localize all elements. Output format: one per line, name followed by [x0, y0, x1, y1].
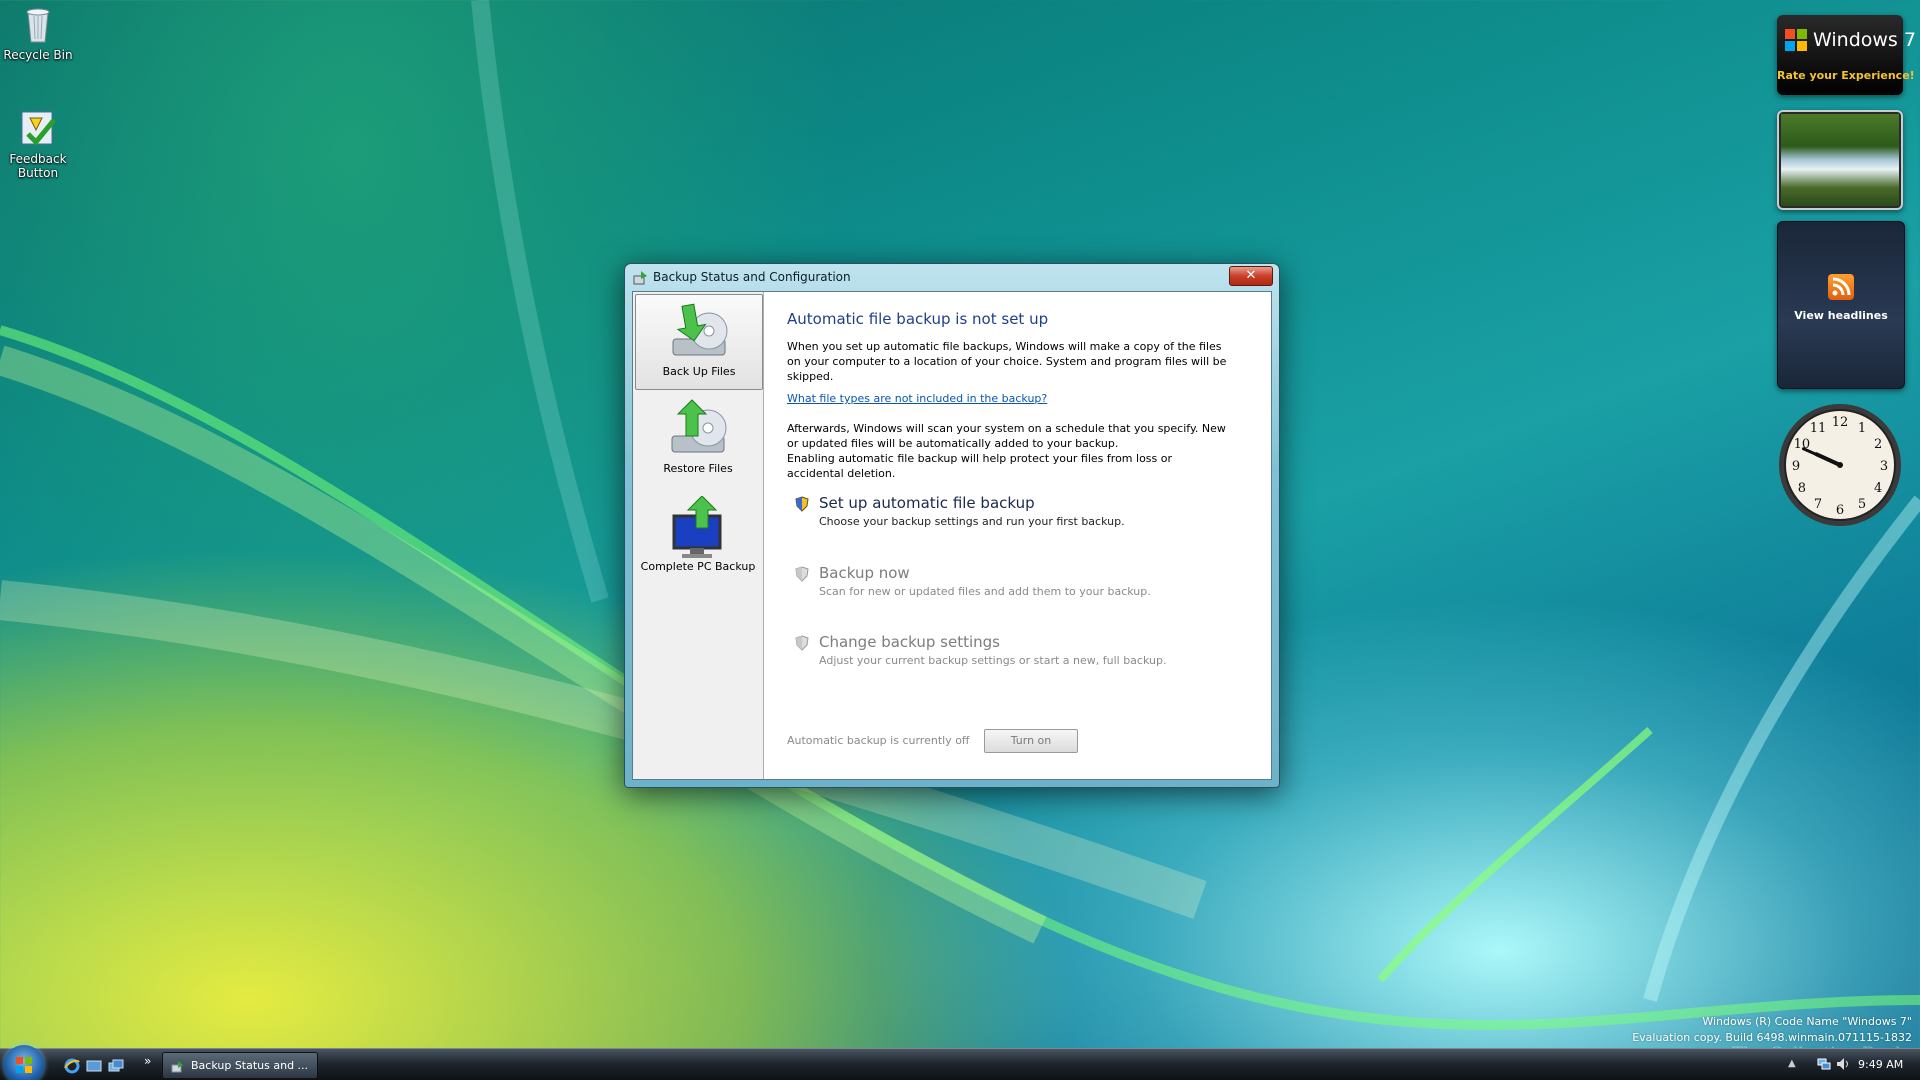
quick-launch-overflow[interactable]: »	[144, 1054, 151, 1068]
task-title: Set up automatic file backup	[819, 494, 1035, 512]
slideshow-image	[1781, 114, 1899, 206]
gadget-title: Windows 7	[1813, 29, 1916, 51]
intro-paragraph: When you set up automatic file backups, …	[787, 340, 1227, 383]
protection-paragraph: Enabling automatic file backup will help…	[787, 452, 1173, 480]
task-title: Change backup settings	[819, 633, 1000, 651]
build-watermark-line2: Evaluation copy. Build 6498.winmain.0711…	[1632, 1031, 1912, 1044]
backup-app-icon	[171, 1058, 185, 1073]
nav-label: Back Up Files	[662, 365, 736, 378]
page-heading: Automatic file backup is not set up	[787, 310, 1049, 328]
feedback-icon	[16, 106, 60, 150]
excluded-file-types-link[interactable]: What file types are not included in the …	[787, 392, 1047, 405]
backup-files-icon	[667, 301, 731, 365]
clock-number: 11	[1810, 421, 1827, 436]
clock-number: 3	[1880, 459, 1888, 474]
task-description: Scan for new or updated files and add th…	[819, 585, 1151, 598]
windows7-gadget[interactable]: Windows 7 Rate your Experience!	[1777, 15, 1916, 95]
clock-number: 7	[1814, 497, 1822, 512]
uac-shield-icon	[795, 566, 809, 582]
slideshow-gadget[interactable]	[1777, 110, 1903, 210]
show-desktop-icon[interactable]	[86, 1058, 102, 1074]
build-watermark-line1: Windows (R) Code Name "Windows 7"	[1702, 1015, 1912, 1028]
start-button[interactable]	[4, 1045, 44, 1080]
restore-files-icon	[666, 398, 730, 462]
complete-pc-backup-icon	[666, 495, 730, 560]
taskbar-clock[interactable]: 9:49 AM	[1858, 1058, 1903, 1071]
uac-shield-icon	[795, 635, 809, 651]
clock-number: 9	[1792, 459, 1800, 474]
clock-face: 12 1234567891011	[1779, 404, 1901, 526]
clock-number: 4	[1874, 481, 1882, 496]
turn-on-button: Turn on	[984, 729, 1078, 753]
feed-headlines-gadget[interactable]: View headlines	[1777, 221, 1905, 389]
switch-windows-icon[interactable]	[108, 1058, 124, 1074]
schedule-paragraph: Afterwards, Windows will scan your syste…	[787, 422, 1226, 450]
nav-back-up-files[interactable]: Back Up Files	[635, 294, 763, 390]
clock-number: 5	[1858, 497, 1866, 512]
task-description: Adjust your current backup settings or s…	[819, 654, 1167, 667]
clock-number: 2	[1874, 437, 1882, 452]
uac-shield-icon	[795, 496, 809, 512]
task-title: Backup now	[819, 564, 910, 582]
task-description: Choose your backup settings and run your…	[819, 515, 1125, 528]
nav-complete-pc-backup[interactable]: Complete PC Backup	[635, 490, 761, 584]
windows-logo-icon	[1783, 27, 1809, 53]
windows-orb-icon	[16, 1057, 32, 1073]
taskbar-button-backup-window[interactable]: Backup Status and ...	[162, 1052, 318, 1079]
nav-label: Restore Files	[663, 462, 733, 475]
clock-gadget[interactable]: 12 1 2 3 4 5 6 7 8 9 10 11	[1777, 402, 1903, 528]
backup-window[interactable]: Backup Status and Configuration ✕ Back U…	[624, 263, 1280, 788]
rss-icon	[1828, 274, 1854, 300]
close-button[interactable]: ✕	[1229, 266, 1273, 286]
internet-explorer-icon[interactable]	[64, 1058, 80, 1074]
tray-up-arrow-icon[interactable]: ▲	[1788, 1058, 1796, 1069]
clock-number: 1	[1858, 421, 1866, 436]
window-client-area: Back Up Files Restore Files Complete PC …	[632, 291, 1272, 780]
taskbar: » Backup Status and ... ▲ 9:49 AM	[0, 1045, 1920, 1080]
desktop-icon-feedback[interactable]: Feedback Button	[0, 106, 76, 180]
backup-nav-pane: Back Up Files Restore Files Complete PC …	[633, 292, 764, 779]
clock-number: 6	[1836, 503, 1844, 518]
desktop-icon-recycle-bin[interactable]: Recycle Bin	[0, 2, 76, 62]
clock-number: 8	[1798, 481, 1806, 496]
volume-icon[interactable]	[1836, 1057, 1850, 1071]
recycle-bin-icon	[16, 2, 60, 46]
taskbar-button-label: Backup Status and ...	[191, 1059, 309, 1072]
desktop-icon-label: Recycle Bin	[3, 48, 73, 62]
desktop-icon-label: Feedback Button	[9, 152, 67, 180]
window-title: Backup Status and Configuration	[653, 270, 851, 284]
network-icon[interactable]	[1817, 1057, 1831, 1071]
nav-restore-files[interactable]: Restore Files	[635, 392, 761, 486]
nav-label: Complete PC Backup	[640, 560, 756, 573]
window-app-icon	[633, 270, 649, 286]
backup-status-text: Automatic backup is currently off	[787, 734, 970, 747]
gadget-subtitle: Rate your Experience!	[1777, 69, 1915, 82]
clock-number: 12	[1832, 415, 1849, 430]
feed-label[interactable]: View headlines	[1778, 309, 1904, 322]
